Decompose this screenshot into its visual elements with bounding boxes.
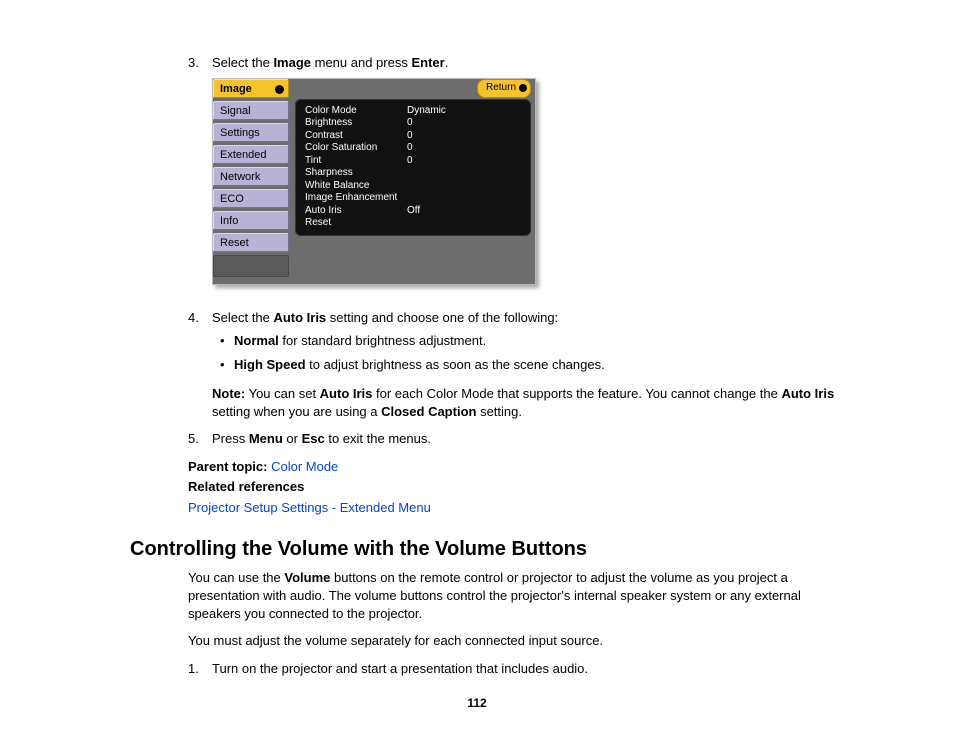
section-title: Controlling the Volume with the Volume B… [130,538,854,561]
menu-tab-extended: Extended [213,145,289,164]
return-button: Return [477,79,531,98]
step-number: 5. [188,430,199,448]
step-text: Select the Auto Iris setting and choose … [212,310,558,325]
parent-topic-link[interactable]: Color Mode [271,459,338,474]
bullet-normal: Normal for standard brightness adjustmen… [234,332,854,350]
menu-tab-info: Info [213,211,289,230]
setting-reset: Reset [305,217,521,230]
menu-sidebar-spacer [213,255,289,277]
menu-sidebar: Image Signal Settings Extended Network E… [213,79,289,277]
step-4: 4. Select the Auto Iris setting and choo… [212,309,854,421]
page-number: 112 [0,696,954,710]
setting-auto-iris: Auto IrisOff [305,205,521,218]
step-number: 1. [188,660,199,678]
bullet-high-speed: High Speed to adjust brightness as soon … [234,356,854,374]
projector-menu-figure: Image Signal Settings Extended Network E… [212,78,536,285]
menu-tab-reset: Reset [213,233,289,252]
menu-main: Return Color ModeDynamic Brightness0 Con… [295,79,531,280]
setting-color-mode: Color ModeDynamic [305,105,521,118]
step-3: 3. Select the Image menu and press Enter… [212,54,854,285]
note-auto-iris: Note: You can set Auto Iris for each Col… [212,385,854,420]
step-text: Select the Image menu and press Enter. [212,55,448,70]
setting-color-saturation: Color Saturation0 [305,142,521,155]
step-text: Press Menu or Esc to exit the menus. [212,431,431,446]
volume-para-2: You must adjust the volume separately fo… [188,632,854,650]
volume-step-1: 1. Turn on the projector and start a pre… [212,660,854,678]
step-5: 5. Press Menu or Esc to exit the menus. [212,430,854,448]
setting-white-balance: White Balance [305,180,521,193]
related-references-label: Related references [188,478,854,496]
menu-tab-settings: Settings [213,123,289,142]
menu-tab-image: Image [213,79,289,98]
settings-panel: Color ModeDynamic Brightness0 Contrast0 … [295,99,531,236]
step-number: 4. [188,309,199,327]
setting-brightness: Brightness0 [305,117,521,130]
setting-image-enhancement: Image Enhancement [305,192,521,205]
setting-sharpness: Sharpness [305,167,521,180]
step-number: 3. [188,54,199,72]
parent-topic-line: Parent topic: Color Mode [188,458,854,476]
menu-tab-eco: ECO [213,189,289,208]
related-references-link[interactable]: Projector Setup Settings - Extended Menu [188,500,431,515]
setting-contrast: Contrast0 [305,130,521,143]
menu-tab-signal: Signal [213,101,289,120]
step-text: Turn on the projector and start a presen… [212,661,588,676]
menu-tab-network: Network [213,167,289,186]
volume-para-1: You can use the Volume buttons on the re… [188,569,854,622]
setting-tint: Tint0 [305,155,521,168]
